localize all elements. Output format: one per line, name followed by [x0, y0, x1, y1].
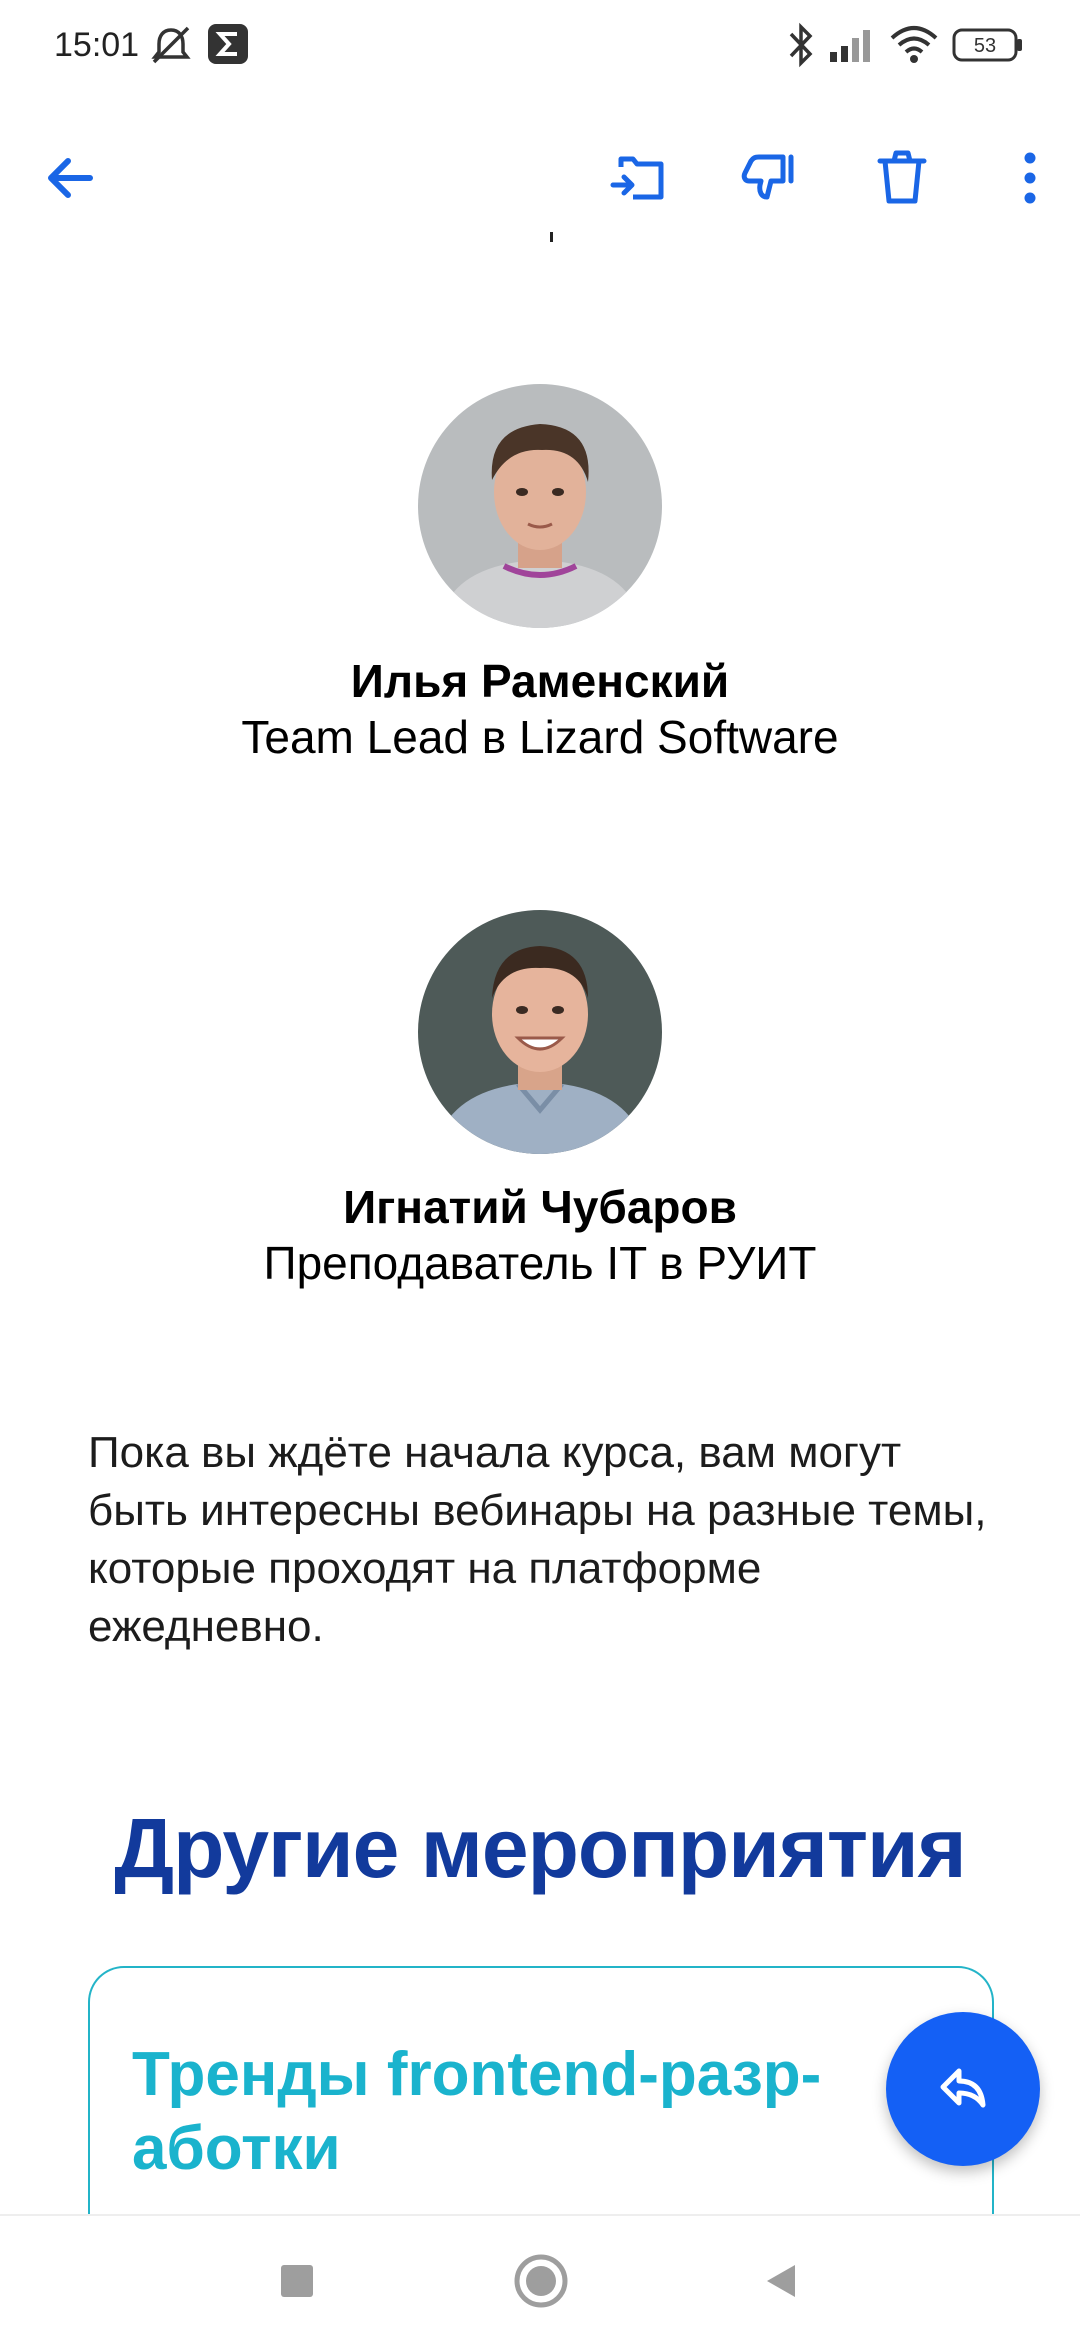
status-time: 15:01: [54, 26, 140, 64]
mute-alarm-icon: [148, 22, 194, 73]
more-vertical-icon: [1024, 152, 1036, 204]
more-options-button[interactable]: [990, 130, 1070, 226]
trash-icon: [877, 150, 927, 204]
home-circle-icon: [514, 2254, 568, 2308]
message-toolbar: [0, 130, 1080, 226]
speaker-photo: [418, 910, 662, 1154]
wifi-icon: [888, 22, 940, 73]
recents-square-icon: [281, 2265, 313, 2297]
battery-icon: 53: [952, 22, 1024, 73]
move-to-folder-button[interactable]: [598, 130, 678, 226]
event-title[interactable]: Тренды frontend-разр- аботки: [132, 2038, 892, 2186]
email-paragraph: Пока вы ждёте начала курса, вам могут бы…: [88, 1428, 987, 1651]
speaker-card: Игнатий Чубаров Преподаватель IT в РУИТ: [0, 910, 1080, 1292]
sigma-app-icon: [206, 22, 250, 71]
back-triangle-icon: [767, 2265, 795, 2297]
spam-button[interactable]: [728, 130, 808, 226]
event-title-line: Тренды frontend-разр-: [132, 2040, 822, 2109]
speaker-photo: [418, 384, 662, 628]
event-title-line: аботки: [132, 2114, 341, 2183]
recents-button[interactable]: [262, 2246, 332, 2316]
speaker-card: Илья Раменский Team Lead в Lizard Softwa…: [0, 384, 1080, 766]
status-bar: 15:01 53: [0, 0, 1080, 96]
speaker-role: Преподаватель IT в РУИТ: [263, 1237, 817, 1289]
speaker-role: Team Lead в Lizard Software: [241, 711, 839, 763]
system-nav-bar: [0, 2214, 1080, 2342]
content-fragment: [550, 232, 553, 242]
back-arrow-icon: [48, 158, 93, 198]
reply-icon: [940, 2068, 986, 2108]
bluetooth-icon: [786, 22, 816, 73]
spam-icon: [741, 154, 794, 200]
reply-button[interactable]: [886, 2012, 1040, 2166]
move-to-folder-icon: [610, 156, 664, 200]
signal-icon: [828, 22, 878, 73]
delete-button[interactable]: [862, 130, 942, 226]
home-button[interactable]: [506, 2246, 576, 2316]
nav-back-button[interactable]: [746, 2246, 816, 2316]
battery-level: 53: [974, 35, 996, 57]
speaker-name: Илья Раменский: [350, 655, 730, 707]
speaker-name: Игнатий Чубаров: [343, 1181, 737, 1233]
section-title: Другие мероприятия: [114, 1801, 966, 1895]
back-button[interactable]: [30, 130, 110, 226]
